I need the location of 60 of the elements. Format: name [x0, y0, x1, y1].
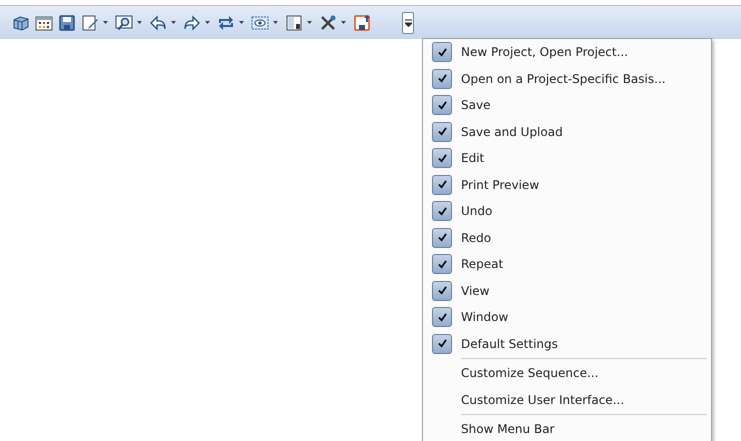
undo-icon[interactable] — [149, 14, 167, 32]
checkmark-icon — [438, 180, 446, 190]
checkmark-icon — [438, 286, 446, 296]
menu-item[interactable]: Show Menu Bar — [423, 416, 711, 441]
checkmark-icon — [438, 154, 446, 163]
edit-page-icon[interactable] — [81, 14, 99, 32]
menu-item[interactable]: Repeat — [423, 251, 711, 278]
checkbox[interactable] — [432, 201, 452, 222]
menu-item[interactable]: Customize Sequence... — [423, 360, 711, 386]
checkmark-icon — [438, 206, 446, 216]
menu-item[interactable]: Undo — [423, 198, 711, 224]
caret-icon[interactable] — [205, 21, 210, 24]
checkbox[interactable] — [432, 254, 452, 274]
checkmark-icon — [438, 100, 446, 110]
eye-icon[interactable] — [251, 14, 269, 32]
checkmark-icon — [438, 233, 446, 242]
menu-item[interactable]: New Project, Open Project... — [423, 39, 711, 66]
caret-icon[interactable] — [239, 21, 244, 24]
window-icon[interactable] — [285, 14, 303, 32]
checkbox[interactable] — [432, 95, 452, 116]
save-icon[interactable] — [58, 14, 76, 32]
menu-item[interactable]: View — [423, 278, 711, 304]
caret-icon[interactable] — [171, 21, 176, 24]
checkbox[interactable] — [432, 228, 452, 248]
checkmark-icon — [438, 260, 446, 269]
caret-icon[interactable] — [137, 21, 142, 24]
checkbox[interactable] — [432, 334, 452, 354]
customize-toolbar-button[interactable] — [402, 12, 414, 34]
magnifier-icon[interactable] — [115, 14, 133, 32]
checkmark-icon — [438, 48, 446, 57]
caret-icon[interactable] — [273, 21, 278, 24]
menu-item[interactable]: Print Preview — [423, 172, 711, 198]
menu-item[interactable]: Default Settings — [423, 330, 711, 357]
menu-item[interactable]: Edit — [423, 145, 711, 172]
checkmark-icon — [438, 339, 446, 348]
menu-item[interactable]: Customize User Interface... — [423, 386, 711, 413]
checkbox[interactable] — [432, 148, 452, 168]
caret-icon[interactable] — [341, 21, 346, 24]
checkmark-icon — [438, 74, 446, 84]
menu-item[interactable]: Save — [423, 92, 711, 118]
repeat-icon[interactable] — [217, 14, 235, 32]
dropdown-arrow-icon — [404, 18, 412, 26]
grid-icon[interactable] — [35, 14, 53, 32]
checkbox[interactable] — [432, 68, 452, 89]
menu-item[interactable]: Window — [423, 304, 711, 330]
save-upload-icon[interactable] — [353, 14, 371, 32]
checkbox[interactable] — [432, 307, 452, 328]
checkmark-icon — [438, 127, 446, 136]
redo-icon[interactable] — [183, 14, 201, 32]
checkbox[interactable] — [432, 280, 452, 301]
caret-icon[interactable] — [103, 21, 108, 24]
menu-item[interactable]: Redo — [423, 224, 711, 251]
checkbox[interactable] — [432, 174, 452, 195]
caret-icon[interactable] — [307, 21, 312, 24]
cubes-icon[interactable] — [12, 14, 30, 32]
menu-item[interactable]: Open on a Project-Specific Basis... — [423, 66, 711, 92]
menu-item[interactable]: Save and Upload — [423, 118, 711, 145]
checkmark-icon — [438, 312, 446, 322]
checkbox[interactable] — [432, 122, 452, 142]
checkbox[interactable] — [432, 42, 452, 62]
